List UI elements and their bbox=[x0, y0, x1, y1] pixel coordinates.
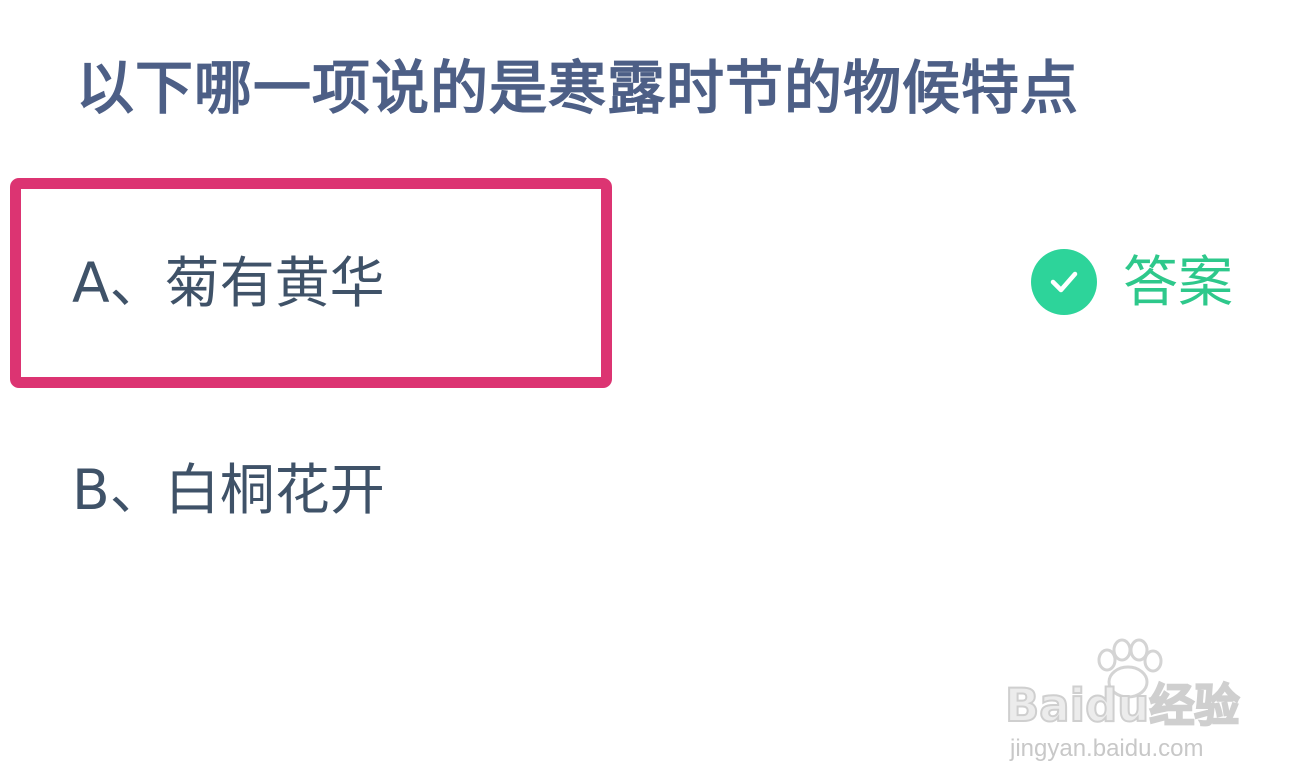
watermark-logo: Baidu经验 bbox=[1004, 678, 1240, 733]
paw-icon bbox=[1097, 638, 1163, 699]
check-circle-icon bbox=[1031, 249, 1097, 315]
option-a[interactable]: A、菊有黄华 bbox=[72, 248, 385, 318]
answer-label: 答案 bbox=[1123, 250, 1234, 314]
answer-tag: 答案 bbox=[1031, 249, 1233, 315]
watermark: Baidu经验 jingyan.baidu.com bbox=[1004, 636, 1255, 766]
option-b[interactable]: B、白桐花开 bbox=[72, 455, 385, 525]
question-title: 以下哪一项说的是寒露时节的物候特点 bbox=[76, 54, 1080, 122]
watermark-url: jingyan.baidu.com bbox=[1010, 735, 1204, 762]
